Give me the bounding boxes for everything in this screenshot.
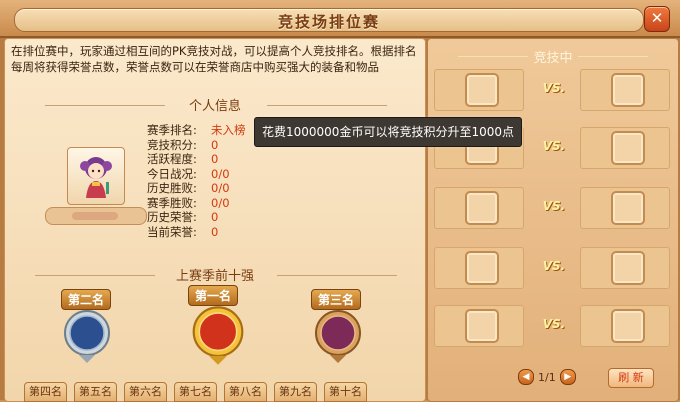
opponent-slot-box: [611, 131, 645, 165]
top-ten-heading: 上赛季前十强: [5, 265, 425, 285]
divider: [35, 275, 155, 276]
stat-label: 历史胜败:: [147, 181, 197, 195]
player-slot[interactable]: [434, 247, 524, 289]
vs-label: VS.: [542, 81, 566, 95]
divider: [458, 56, 528, 57]
rank-8-button[interactable]: 第八名: [224, 382, 267, 402]
stat-row: 历史胜败: 0/0: [147, 181, 246, 196]
vs-label: VS.: [542, 259, 566, 273]
page-indicator: 1/1: [538, 370, 556, 384]
opponent-slot[interactable]: [580, 305, 670, 347]
stat-row: 活跃程度: 0: [147, 152, 246, 167]
personal-info-heading: 个人信息: [5, 95, 425, 115]
vs-label: VS.: [542, 139, 566, 153]
tooltip: 花费1000000金币可以将竞技积分升至1000点: [254, 117, 522, 147]
stat-value: 0: [211, 210, 219, 224]
personal-stats: 赛季排名: 未入榜 竞技积分: 0 活跃程度: 0 今日战况: 0/0 历史胜败: 0/0…: [147, 123, 246, 239]
rank-6-button[interactable]: 第六名: [124, 382, 167, 402]
stat-value: 0/0: [211, 195, 230, 210]
battle-panel: 竞技中 VS. VS. VS. VS. VS. ◀ 1/1 ▶ 刷 新: [427, 38, 679, 402]
close-button[interactable]: ✕: [644, 6, 670, 32]
divider: [578, 56, 648, 57]
opponent-slot[interactable]: [580, 69, 670, 111]
refresh-button[interactable]: 刷 新: [608, 368, 654, 388]
opponent-slot-box: [611, 251, 645, 285]
rank-5-button[interactable]: 第五名: [74, 382, 117, 402]
stat-label: 今日战况:: [147, 166, 197, 181]
divider: [277, 275, 397, 276]
stat-value: 0: [211, 152, 219, 166]
title-bar: 竞技场排位赛 ✕: [0, 0, 680, 38]
opponent-slot[interactable]: [580, 187, 670, 229]
window-title: 竞技场排位赛: [277, 13, 380, 31]
divider: [267, 105, 387, 106]
stat-row: 今日战况: 0/0: [147, 167, 246, 182]
stat-value: 未入榜: [211, 123, 246, 137]
prev-page-button[interactable]: ◀: [518, 369, 534, 385]
match-row: VS.: [434, 187, 672, 229]
stat-label: 赛季胜败:: [147, 195, 197, 210]
opponent-slot-box: [611, 191, 645, 225]
player-slot[interactable]: [434, 187, 524, 229]
player-slot-box: [465, 309, 499, 343]
stat-label: 赛季排名:: [147, 123, 197, 137]
next-page-button[interactable]: ▶: [559, 369, 576, 385]
rank-7-button[interactable]: 第七名: [174, 382, 217, 402]
arena-description: 在排位赛中，玩家通过相互间的PK竞技对战，可以提高个人竞技排名。根据排名每周将获…: [11, 44, 417, 74]
opponent-slot-box: [611, 73, 645, 107]
rank-1-medal-icon[interactable]: [191, 303, 245, 367]
stat-row: 当前荣誉: 0: [147, 225, 246, 240]
player-slot[interactable]: [434, 69, 524, 111]
match-row: VS.: [434, 247, 672, 289]
player-slot-box: [465, 73, 499, 107]
stat-row: 赛季排名: 未入榜: [147, 123, 246, 138]
player-slot[interactable]: [434, 305, 524, 347]
top-ten-title: 上赛季前十强: [175, 269, 254, 284]
stat-value: 0/0: [211, 166, 230, 181]
battle-title: 竞技中: [533, 51, 573, 66]
personal-info-title: 个人信息: [188, 99, 241, 114]
stat-value: 0/0: [211, 181, 230, 195]
stat-label: 竞技积分:: [147, 137, 197, 152]
rank-10-button[interactable]: 第十名: [324, 382, 367, 402]
stat-label: 当前荣誉:: [147, 224, 197, 239]
rank-4-button[interactable]: 第四名: [24, 382, 67, 402]
vs-label: VS.: [542, 199, 566, 213]
rank-9-button[interactable]: 第九名: [274, 382, 317, 402]
opponent-slot-box: [611, 309, 645, 343]
stat-label: 活跃程度:: [147, 152, 197, 166]
stat-label: 历史荣誉:: [147, 210, 197, 224]
vs-label: VS.: [542, 317, 566, 331]
opponent-slot[interactable]: [580, 127, 670, 169]
stat-value: 0: [211, 137, 219, 152]
player-name-plate: [45, 207, 147, 225]
rank-3-medal-icon[interactable]: [314, 307, 362, 365]
player-slot-box: [465, 191, 499, 225]
battle-heading: 竞技中: [428, 47, 678, 66]
stat-row: 赛季胜败: 0/0: [147, 196, 246, 211]
divider: [45, 105, 165, 106]
avatar[interactable]: [67, 147, 125, 205]
arena-window: 竞技场排位赛 ✕ 在排位赛中，玩家通过相互间的PK竞技对战，可以提高个人竞技排名…: [0, 0, 680, 402]
match-row: VS.: [434, 69, 672, 111]
player-name-hidden: [72, 212, 118, 220]
info-panel: 在排位赛中，玩家通过相互间的PK竞技对战，可以提高个人竞技排名。根据排名每周将获…: [4, 38, 426, 402]
rank-2-medal-icon[interactable]: [63, 307, 111, 365]
player-slot-box: [465, 251, 499, 285]
pagination: ◀ 1/1 ▶: [518, 369, 576, 385]
opponent-slot[interactable]: [580, 247, 670, 289]
title-plate: 竞技场排位赛: [14, 8, 644, 32]
match-row: VS.: [434, 305, 672, 347]
character-portrait-icon: [80, 157, 112, 198]
stat-row: 竞技积分: 0: [147, 138, 246, 153]
stat-value: 0: [211, 224, 219, 239]
rank-tabs: 第四名 第五名 第六名 第七名 第八名 第九名 第十名: [24, 382, 404, 402]
stat-row: 历史荣誉: 0: [147, 210, 246, 225]
